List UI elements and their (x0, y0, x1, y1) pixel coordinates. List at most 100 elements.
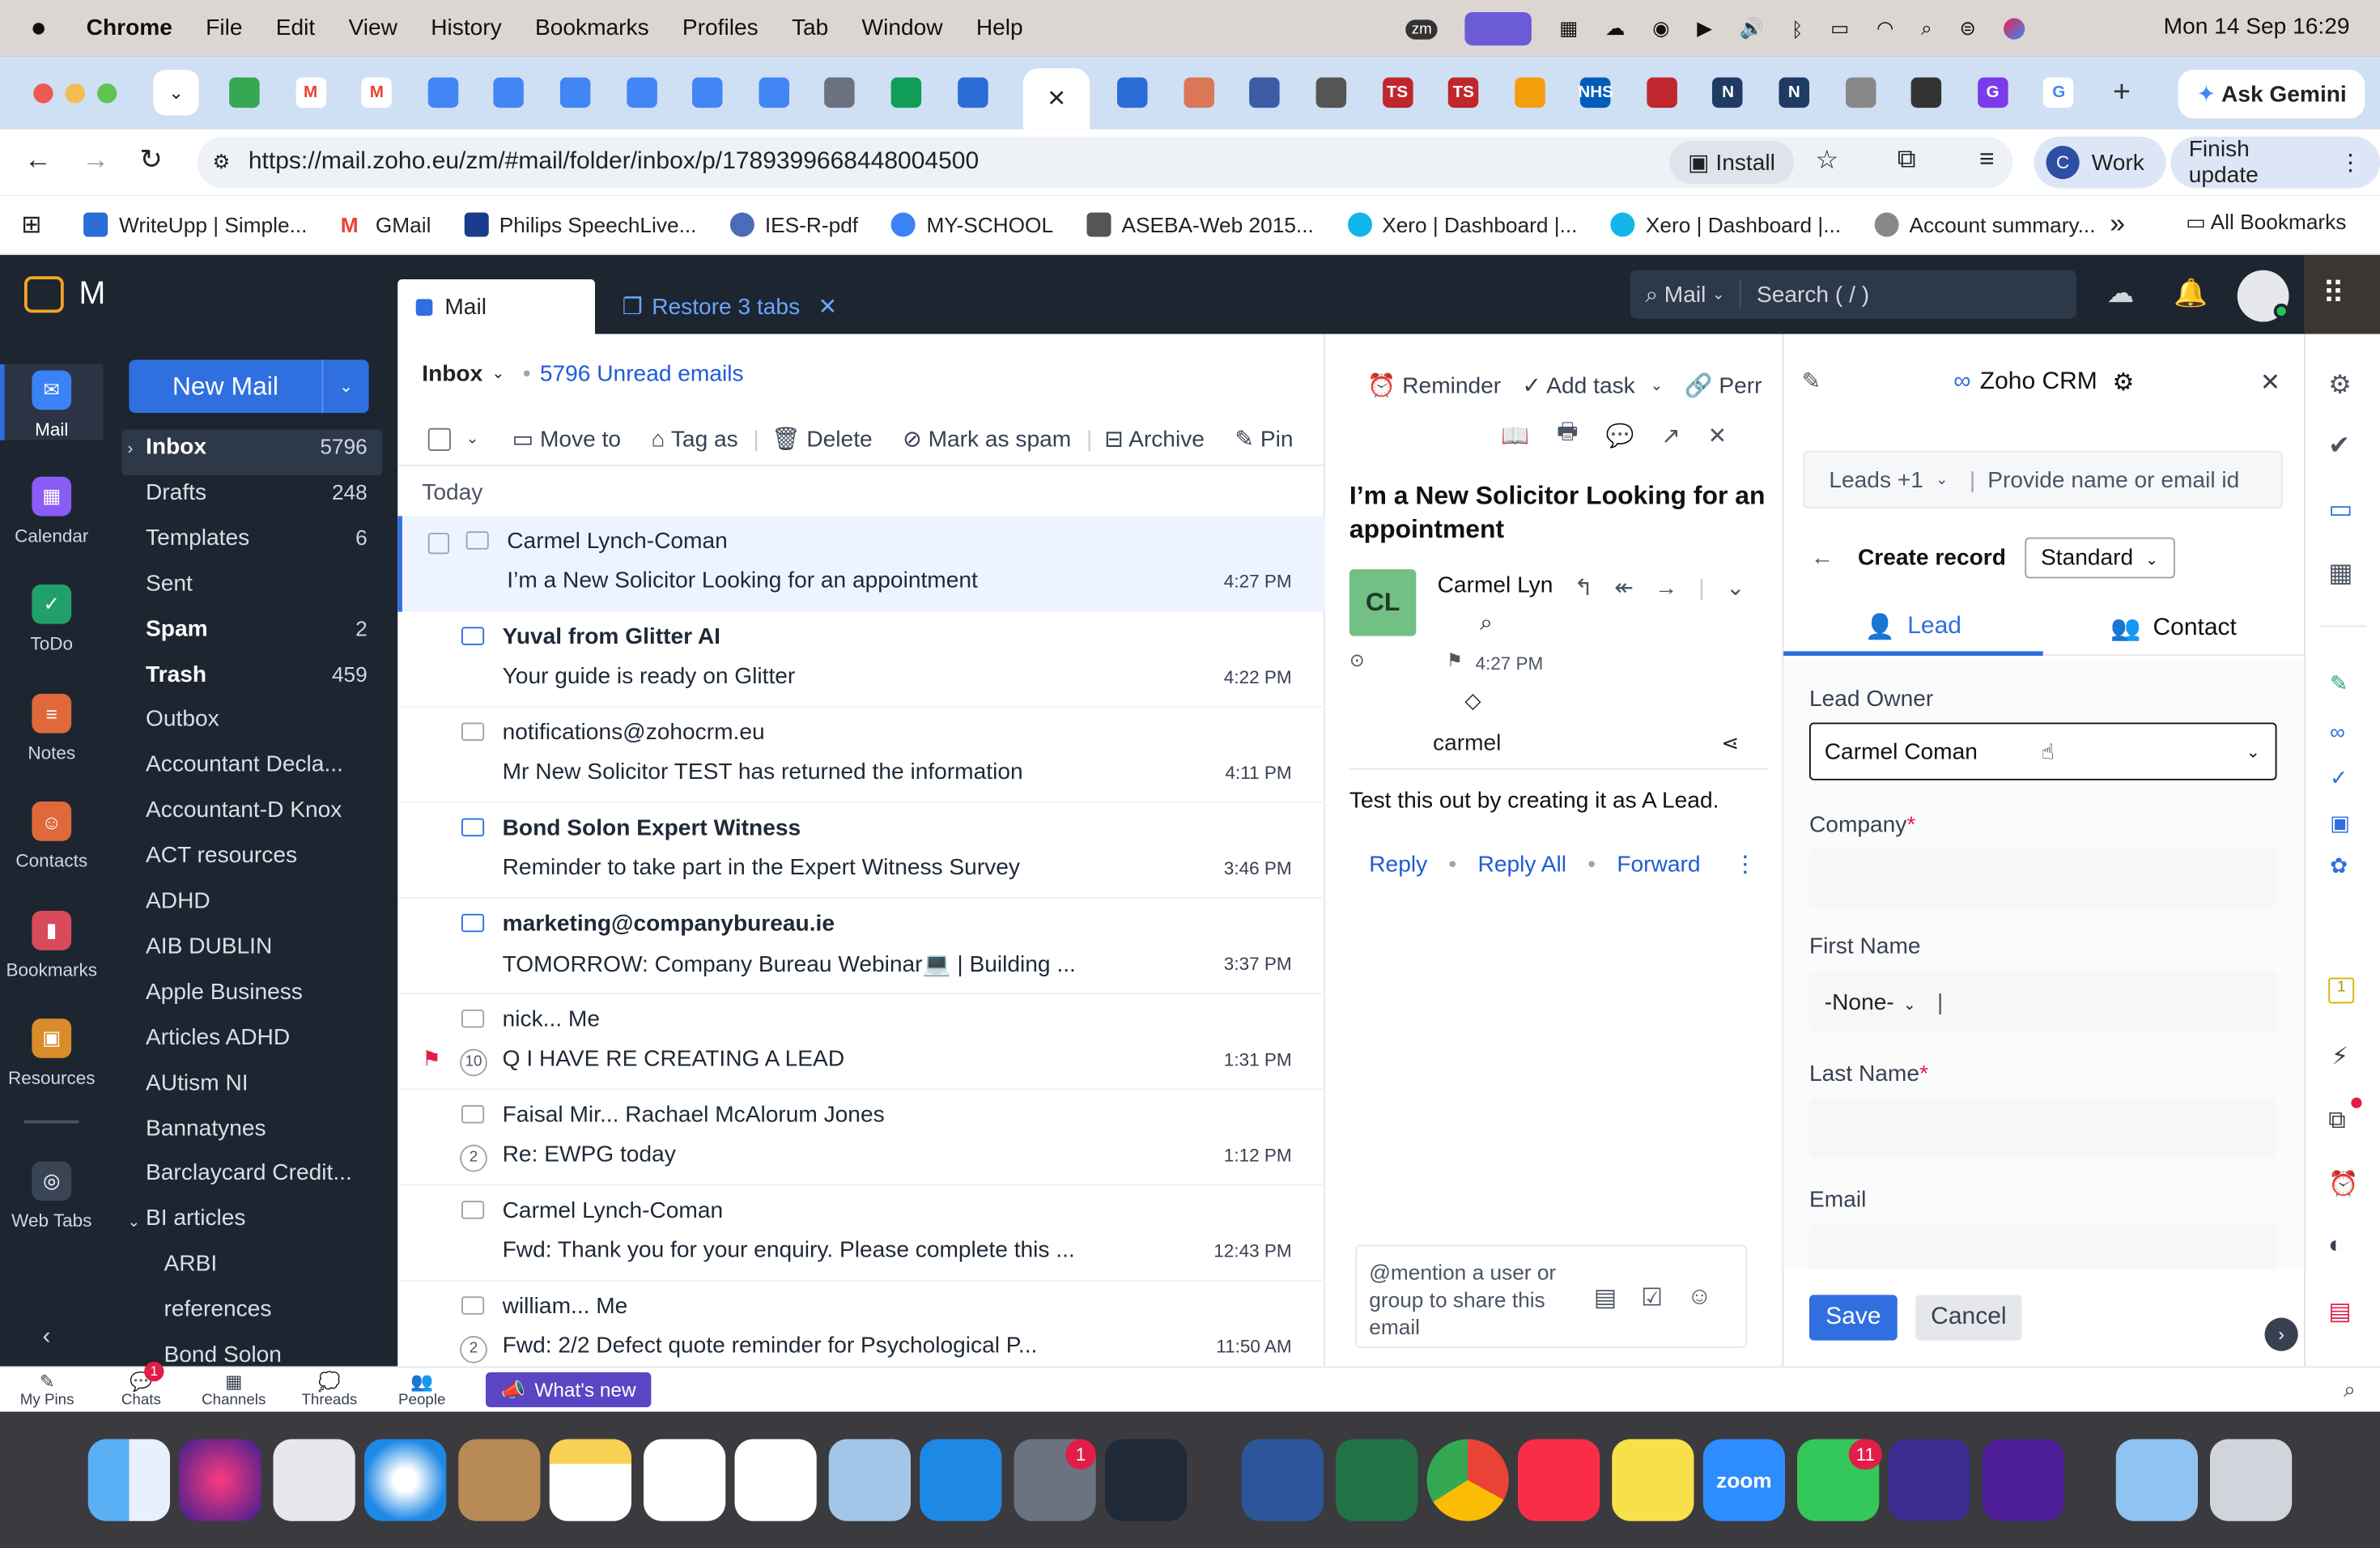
tab-favicon-docs[interactable] (692, 77, 723, 108)
folder-item[interactable]: Inbox 5796 (146, 434, 368, 460)
back-arrow-icon[interactable]: ← (1811, 545, 1834, 571)
crm-search-input[interactable]: Provide name or email id (1987, 467, 2239, 493)
menu-file[interactable]: File (206, 15, 242, 41)
zoom-status-icon[interactable]: zm (1405, 19, 1439, 39)
collapse-sidebar-icon[interactable]: ‹ (43, 1324, 51, 1351)
play-icon[interactable]: ▶ (1697, 17, 1712, 41)
folder-item[interactable]: Trash 459 (146, 661, 368, 687)
siri-icon[interactable] (179, 1439, 261, 1521)
finder-icon[interactable] (87, 1439, 170, 1521)
menu-view[interactable]: View (348, 15, 397, 41)
menu-window[interactable]: Window (862, 15, 943, 41)
menu-bookmarks[interactable]: Bookmarks (535, 15, 649, 41)
tab-favicon-gmail[interactable]: M (295, 77, 326, 108)
unread-count[interactable]: 5796 Unread emails (540, 361, 744, 387)
save-button[interactable]: Save (1809, 1295, 1898, 1341)
salutation-select[interactable]: -None- ⌄ (1825, 989, 1916, 1015)
launchpad-icon[interactable] (273, 1439, 355, 1521)
email-row[interactable]: notifications@zohocrm.eu Mr New Solicitor… (397, 708, 1325, 803)
pin-panel-icon[interactable]: ✎ (1802, 368, 1821, 395)
flag-icon[interactable]: ⚑ (422, 1046, 441, 1072)
arc-browser-icon[interactable] (1888, 1439, 1970, 1521)
module-select[interactable]: Leads +1 (1829, 467, 1923, 493)
settings-gear-icon[interactable]: ⚙ (2328, 371, 2352, 402)
inbox-expand-icon[interactable]: › (128, 440, 134, 459)
folder-item[interactable]: Spam 2 (146, 615, 368, 641)
add-task-button[interactable]: ✓ Add task (1522, 372, 1634, 399)
pin-button[interactable]: ✎ Pin (1235, 425, 1293, 453)
crm-settings-icon[interactable]: ⚙ (2113, 368, 2135, 398)
email-row[interactable]: Carmel Lynch-Coman Fwd: Thank you for you… (397, 1185, 1325, 1282)
expand-panel-icon[interactable]: › (2264, 1317, 2298, 1351)
apple-icon[interactable]: ● (31, 12, 47, 44)
volume-icon[interactable]: 🔊 (1740, 17, 1764, 41)
layout-select[interactable]: Standard ⌄ (2024, 537, 2175, 579)
menu-history[interactable]: History (431, 15, 502, 41)
app-launcher-grid-icon[interactable]: ⠿ (2323, 274, 2344, 313)
apps-grid-icon[interactable]: ⊞ (21, 210, 41, 240)
sender-avatar[interactable]: CL (1349, 569, 1417, 636)
folder-item[interactable]: Drafts 248 (146, 479, 368, 505)
media-controls-icon[interactable]: ≡ (1979, 144, 1995, 175)
tab-favicon-google[interactable]: G (2043, 77, 2075, 108)
tab-favicon-docs[interactable] (759, 77, 789, 108)
perplexity-icon[interactable] (734, 1439, 817, 1521)
more-menu-icon[interactable]: ⋮ (2339, 149, 2361, 176)
tag-message-icon[interactable]: ◇ (1464, 687, 1481, 713)
folder-item[interactable]: ACT resources (146, 843, 368, 869)
wifi-icon[interactable]: ◠ (1876, 17, 1893, 41)
flower-tool-icon[interactable]: ✿ (2330, 853, 2348, 879)
search-message-icon[interactable]: ⌕ (1480, 610, 1493, 636)
app-contacts[interactable]: ☺ Contacts (0, 802, 104, 871)
folder-name[interactable]: Inbox (422, 361, 482, 387)
folder-item[interactable]: Bannatynes (146, 1115, 368, 1141)
window-close-button[interactable] (33, 83, 53, 103)
app-web-tabs[interactable]: ◎ Web Tabs (0, 1161, 104, 1231)
window-minimize-button[interactable] (65, 83, 85, 103)
recipient-name[interactable]: carmel (1433, 730, 1501, 756)
folder-item[interactable]: Accountant Decla... (146, 752, 368, 778)
reading-mode-icon[interactable]: 📖 (1501, 421, 1529, 449)
folder-item[interactable]: Outbox (146, 707, 368, 733)
tab-favicon-gmail[interactable]: M (361, 77, 393, 108)
analytics-tool-icon[interactable]: ▣ (2330, 810, 2350, 836)
mail-top-tab[interactable]: Mail (397, 279, 595, 334)
folder-item[interactable]: Accountant-D Knox (146, 797, 368, 823)
flag-icon[interactable]: ⚑ (1447, 650, 1463, 671)
bookmark-item[interactable]: MY-SCHOOL (891, 212, 1053, 237)
tag-as-button[interactable]: ⌂ Tag as (652, 426, 738, 452)
chat-bubble-icon[interactable]: ▤ (2328, 1296, 2351, 1327)
note-icon[interactable]: ▤ (1594, 1282, 1617, 1313)
tab-favicon-n[interactable]: N (1779, 77, 1810, 108)
site-info-icon[interactable]: ⚙ (213, 151, 231, 175)
tab-favicon-openai[interactable] (1911, 77, 1942, 108)
tab-favicon-docs[interactable] (626, 77, 657, 108)
search-scope[interactable]: Mail (1664, 282, 1706, 308)
checkmark-app-icon[interactable]: ✔ (2328, 432, 2350, 462)
folder-dropdown-icon[interactable]: ⌄ (492, 366, 505, 383)
tab-lead[interactable]: 👤 Lead (1783, 602, 2043, 656)
window-zoom-button[interactable] (97, 83, 117, 103)
emoji-icon[interactable]: ☺ (1687, 1284, 1712, 1312)
conversation-icon[interactable]: 💬 (1605, 421, 1634, 449)
email-row[interactable]: Yuval from Glitter AI Your guide is ready… (397, 612, 1325, 708)
tab-favicon-ts[interactable]: TS (1382, 77, 1413, 108)
email-row[interactable]: Bond Solon Expert Witness Reminder to tak… (397, 803, 1325, 899)
new-mail-button[interactable]: New Mail ⌄ (129, 359, 369, 413)
tab-favicon-nhs[interactable]: NHS (1578, 77, 1613, 108)
search-box[interactable]: ⌕ Mail ⌄ Search ( / ) (1630, 270, 2076, 319)
first-name-input[interactable]: | (1937, 989, 1943, 1015)
bookmark-item[interactable]: Xero | Dashboard |... (1347, 212, 1577, 237)
share-icon[interactable]: ⋖ (1721, 730, 1739, 756)
bookmark-item[interactable]: ASEBA-Web 2015... (1086, 212, 1314, 237)
new-mail-dropdown-icon[interactable]: ⌄ (321, 359, 369, 413)
bi-articles-collapse-icon[interactable]: ⌄ (128, 1214, 141, 1231)
tab-favicon-docs[interactable] (427, 77, 458, 108)
tab-favicon-link[interactable] (824, 77, 856, 108)
omnibox[interactable]: ⚙ https://mail.zoho.eu/zm/#mail/folder/i… (197, 136, 2013, 189)
menubar-clock[interactable]: Mon 14 Sep 16:29 (2164, 14, 2350, 40)
tab-contact[interactable]: 👥 Contact (2042, 602, 2305, 656)
alarm-clock-icon[interactable]: ⏰ (2328, 1169, 2358, 1200)
menu-tab[interactable]: Tab (792, 15, 828, 41)
details-toggle-icon[interactable]: ⊙ (1349, 650, 1365, 671)
